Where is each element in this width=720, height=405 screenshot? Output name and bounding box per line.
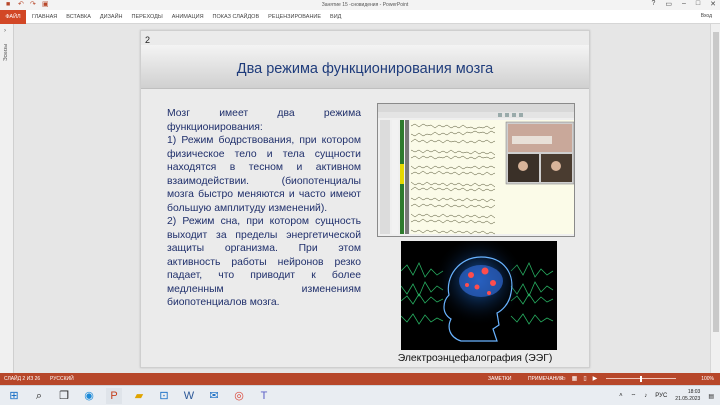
tab-design[interactable]: ДИЗАЙН [100, 10, 123, 24]
tab-animations[interactable]: АНИМАЦИЯ [172, 10, 204, 24]
network-icon[interactable]: ⌔ [631, 392, 637, 400]
slide-body-text[interactable]: Мозг имеет два режима функционирования: … [167, 107, 361, 310]
tab-view[interactable]: ВИД [330, 10, 341, 24]
notifications-icon[interactable]: ▤ [708, 393, 714, 400]
powerpoint-window: ■ ↶ ↷ ▣ Занятие 15 -сновидения - PowerPo… [0, 0, 720, 405]
word-icon[interactable]: W [181, 388, 197, 404]
sign-in-link[interactable]: Вход [701, 13, 712, 19]
normal-view-icon[interactable]: ▭ [560, 375, 566, 382]
expand-panel-icon[interactable]: › [4, 28, 6, 34]
tab-home[interactable]: ГЛАВНАЯ [32, 10, 57, 24]
thumbnails-label: Эскизы [3, 44, 9, 61]
volume-icon[interactable]: ♪ [644, 393, 647, 399]
minimize-icon[interactable]: – [682, 0, 686, 8]
teams-icon[interactable]: T [256, 388, 272, 404]
title-bar: ■ ↶ ↷ ▣ Занятие 15 -сновидения - PowerPo… [0, 0, 720, 10]
eeg-chart-illustration [378, 104, 574, 235]
slideshow-icon[interactable]: ▣ [42, 1, 49, 8]
clock[interactable]: 18:03 21.05.2023 [675, 389, 700, 403]
paragraph-wake-mode: 1) Режим бодрствования, при котором физи… [167, 135, 361, 214]
store-icon[interactable]: ⊡ [156, 388, 172, 404]
edge-icon[interactable]: ◉ [81, 388, 97, 404]
vertical-scrollbar[interactable] [710, 24, 720, 373]
zoom-slider-handle[interactable] [640, 376, 642, 382]
work-area: › Эскизы 2 Два режима функционирования м… [0, 24, 720, 373]
paragraph-intro: Мозг имеет два режима функционирования: [167, 108, 361, 133]
slide-number: 2 [145, 35, 151, 45]
system-tray: ˄ ⌔ ♪ РУС 18:03 21.05.2023 ▤ [619, 389, 714, 403]
windows-taskbar: ⊞ ⌕ ❐ ◉ P ▰ ⊡ W ✉ ◎ T ˄ ⌔ ♪ РУС 18:03 21… [0, 385, 720, 405]
language-indicator[interactable]: РУССКИЙ [50, 376, 74, 382]
tray-chevron-icon[interactable]: ˄ [619, 393, 623, 399]
view-buttons: ▭ ▦ ▯ ▶ [560, 375, 597, 382]
zoom-level[interactable]: 100% [701, 376, 714, 382]
save-icon[interactable]: ■ [6, 1, 13, 8]
scrollbar-thumb[interactable] [713, 32, 719, 332]
search-icon[interactable]: ⌕ [31, 388, 47, 404]
comments-button[interactable]: ПРИМЕЧАНИЯ [528, 376, 564, 382]
folder-icon[interactable]: ▰ [131, 388, 147, 404]
undo-icon[interactable]: ↶ [18, 1, 25, 8]
slide-sorter-icon[interactable]: ▦ [572, 375, 578, 382]
window-title: Занятие 15 -сновидения - PowerPoint [321, 2, 409, 8]
tab-file[interactable]: ФАЙЛ [0, 10, 26, 24]
reading-view-icon[interactable]: ▯ [583, 375, 586, 382]
tab-review[interactable]: РЕЦЕНЗИРОВАНИЕ [268, 10, 321, 24]
notes-button[interactable]: ЗАМЕТКИ [488, 376, 511, 382]
powerpoint-icon[interactable]: P [106, 388, 122, 404]
maximize-icon[interactable]: □ [696, 0, 700, 8]
ribbon-tabs: ГЛАВНАЯ ВСТАВКА ДИЗАЙН ПЕРЕХОДЫ АНИМАЦИЯ… [32, 10, 341, 24]
tab-insert[interactable]: ВСТАВКА [66, 10, 91, 24]
clock-time: 18:03 [687, 389, 701, 395]
slide-title[interactable]: Два режима функционирования мозга [141, 61, 589, 77]
brain-head-graphic [401, 241, 557, 350]
help-icon[interactable]: ? [651, 0, 655, 8]
thumbnails-panel: › Эскизы [0, 24, 14, 373]
paragraph-sleep-mode: 2) Режим сна, при котором сущность выход… [167, 216, 361, 308]
slide-counter: СЛАЙД 2 ИЗ 26 [4, 376, 41, 382]
windows-icon[interactable]: ⊞ [6, 388, 22, 404]
tab-transitions[interactable]: ПЕРЕХОДЫ [132, 10, 163, 24]
ribbon-display-icon[interactable]: ▭ [665, 0, 672, 8]
clock-date: 21.05.2023 [675, 396, 701, 402]
status-bar: СЛАЙД 2 ИЗ 26 РУССКИЙ ЗАМЕТКИ ПРИМЕЧАНИЯ… [0, 373, 720, 385]
redo-icon[interactable]: ↷ [30, 1, 37, 8]
slide-title-band: Два режима функционирования мозга [141, 45, 589, 89]
image-caption[interactable]: Электроэнцефалография (ЭЭГ) [367, 353, 583, 364]
brain-illustration[interactable] [401, 241, 557, 350]
eeg-recording-image[interactable] [377, 103, 575, 237]
mail-icon[interactable]: ✉ [206, 388, 222, 404]
taskbar-apps: ⊞ ⌕ ❐ ◉ P ▰ ⊡ W ✉ ◎ T [6, 388, 272, 404]
close-icon[interactable]: ✕ [710, 0, 716, 8]
input-language[interactable]: РУС [655, 393, 667, 399]
ribbon: ФАЙЛ ГЛАВНАЯ ВСТАВКА ДИЗАЙН ПЕРЕХОДЫ АНИ… [0, 10, 720, 24]
tab-slideshow[interactable]: ПОКАЗ СЛАЙДОВ [213, 10, 260, 24]
task-view-icon[interactable]: ❐ [56, 388, 72, 404]
chrome-icon[interactable]: ◎ [231, 388, 247, 404]
window-controls: ? ▭ – □ ✕ [651, 0, 716, 8]
slide-canvas[interactable]: 2 Два режима функционирования мозга Мозг… [140, 30, 590, 368]
quick-access-toolbar: ■ ↶ ↷ ▣ [6, 1, 49, 8]
slideshow-view-icon[interactable]: ▶ [593, 375, 598, 382]
